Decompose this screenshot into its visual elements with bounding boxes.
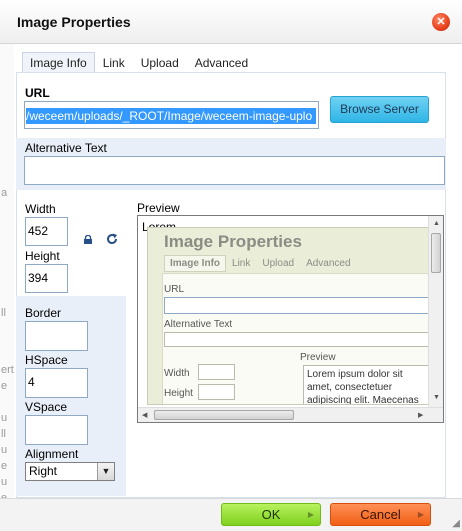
preview-image-width-input	[198, 364, 235, 380]
preview-box: Lorem Image Properties Image Info Link U…	[137, 215, 444, 423]
preview-image-height-input	[198, 384, 235, 400]
preview-image-width-label: Width	[164, 368, 190, 379]
hspace-input[interactable]: 4	[25, 368, 88, 398]
preview-vertical-scrollbar[interactable]: ▲ ▼	[428, 216, 443, 408]
cancel-button[interactable]: Cancel ▶	[330, 503, 431, 526]
scroll-right-icon[interactable]: ▶	[418, 411, 423, 419]
alignment-value: Right	[29, 464, 58, 478]
preview-image-tab: Link	[232, 258, 251, 269]
preview-image-url-input	[164, 297, 430, 314]
vspace-input[interactable]	[25, 415, 88, 445]
image-properties-dialog: Image Properties ✕ Image Info Link Uploa…	[0, 0, 462, 531]
alt-text-input[interactable]	[24, 156, 445, 185]
scroll-thumb[interactable]	[431, 233, 441, 273]
url-label: URL	[25, 86, 50, 100]
ok-button[interactable]: OK ▶	[221, 503, 321, 526]
preview-image-tabs: Image Info Link Upload Advanced	[164, 255, 357, 272]
border-label: Border	[25, 306, 62, 320]
scroll-left-icon[interactable]: ◀	[142, 411, 147, 419]
tab-image-info[interactable]: Image Info	[22, 52, 95, 73]
preview-label: Preview	[137, 201, 180, 215]
ok-label: OK	[261, 507, 281, 522]
resize-grip-icon[interactable]: ◢	[452, 518, 460, 529]
dialog-title: Image Properties	[17, 14, 131, 30]
preview-image-preview-label: Preview	[300, 352, 336, 363]
alignment-select[interactable]: Right ▼	[25, 462, 115, 481]
close-icon[interactable]: ✕	[432, 13, 450, 31]
cancel-label: Cancel	[360, 507, 401, 522]
preview-image-tab: Advanced	[306, 258, 351, 269]
alignment-label: Alignment	[25, 447, 79, 461]
height-label: Height	[25, 249, 60, 263]
width-label: Width	[25, 202, 56, 216]
preview-image-tab: Upload	[262, 258, 295, 269]
preview-image: Image Properties Image Info Link Upload …	[147, 227, 431, 405]
preview-image-alt-input	[164, 332, 430, 347]
preview-image-url-label: URL	[164, 284, 185, 295]
reset-size-icon[interactable]	[105, 232, 119, 246]
preview-image-height-label: Height	[164, 388, 193, 399]
browse-server-button[interactable]: Browse Server	[330, 96, 429, 123]
preview-image-alt-label: Alternative Text	[164, 319, 233, 330]
height-input[interactable]: 394	[25, 264, 68, 293]
tab-upload[interactable]: Upload	[133, 52, 187, 73]
url-input[interactable]: /weceem/uploads/_ROOT/Image/weceem-image…	[24, 101, 319, 129]
scroll-thumb[interactable]	[154, 410, 294, 420]
tab-advanced[interactable]: Advanced	[187, 52, 256, 73]
preview-image-title: Image Properties	[164, 232, 302, 251]
scroll-up-icon[interactable]: ▲	[433, 220, 440, 227]
lock-icon[interactable]	[83, 235, 93, 244]
chevron-down-icon[interactable]: ▼	[97, 463, 114, 480]
dialog-titlebar[interactable]: Image Properties ✕	[0, 0, 462, 44]
hspace-label: HSpace	[25, 353, 68, 367]
tab-link[interactable]: Link	[95, 52, 133, 73]
tab-bar: Image Info Link Upload Advanced	[22, 52, 257, 73]
preview-image-tab: Image Info	[164, 255, 227, 272]
chevron-right-icon: ▶	[307, 510, 314, 519]
border-input[interactable]	[25, 321, 88, 351]
chevron-right-icon: ▶	[417, 510, 424, 519]
url-selected-text: /weceem/uploads/_ROOT/Image/weceem-image…	[26, 108, 317, 124]
vspace-label: VSpace	[25, 400, 68, 414]
scroll-down-icon[interactable]: ▼	[433, 394, 440, 401]
width-input[interactable]: 452	[25, 217, 68, 246]
preview-image-lorem: Lorem ipsum dolor sit amet, consectetuer…	[303, 365, 430, 404]
alt-text-label: Alternative Text	[25, 141, 107, 155]
preview-horizontal-scrollbar[interactable]: ◀ ▶	[138, 407, 443, 422]
